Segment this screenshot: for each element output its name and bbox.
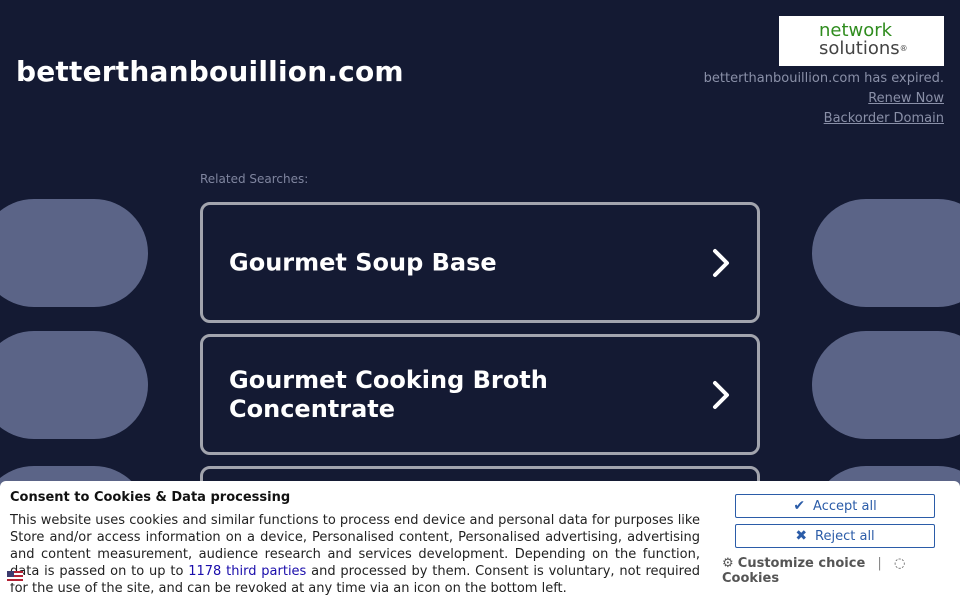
related-search-text: Gourmet Soup Base (229, 248, 497, 276)
cookie-consent-banner: Consent to Cookies & Data processing Thi… (0, 481, 960, 600)
close-icon: ✖ (795, 528, 808, 544)
chevron-right-icon (713, 248, 729, 277)
related-search-card-1[interactable]: Gourmet Soup Base (200, 202, 760, 323)
check-icon: ✔ (793, 498, 806, 514)
logo-line-2-text: solutions (819, 38, 900, 59)
logo-line-2: solutions® (819, 40, 908, 58)
consent-bottom-links: ⚙ Customize choice | ◌ Cookies (722, 556, 960, 586)
accept-all-label: Accept all (813, 499, 877, 514)
chevron-right-icon (713, 380, 729, 409)
network-solutions-logo[interactable]: network solutions® (779, 16, 944, 66)
expired-notice: betterthanbouillion.com has expired. (703, 71, 944, 86)
related-search-text: Gourmet Cooking Broth Concentrate (229, 365, 548, 423)
domain-title: betterthanbouillion.com (16, 55, 404, 88)
customize-choice-link[interactable]: Customize choice (738, 556, 865, 571)
reject-all-label: Reject all (815, 529, 875, 544)
related-search-card-2[interactable]: Gourmet Cooking Broth Concentrate (200, 334, 760, 455)
registered-mark: ® (899, 44, 908, 53)
accept-all-button[interactable]: ✔ Accept all (735, 494, 935, 518)
gear-icon: ⚙ (722, 556, 734, 571)
background-pill-left-1 (0, 199, 148, 307)
consent-title: Consent to Cookies & Data processing (10, 490, 291, 505)
flag-icon[interactable] (7, 571, 23, 583)
cookies-link[interactable]: Cookies (722, 571, 779, 586)
background-pill-right-2 (812, 331, 960, 439)
renew-now-link[interactable]: Renew Now (868, 91, 944, 106)
reject-all-button[interactable]: ✖ Reject all (735, 524, 935, 548)
backorder-domain-link[interactable]: Backorder Domain (824, 111, 944, 126)
consent-body: This website uses cookies and similar fu… (10, 512, 700, 597)
background-pill-right-1 (812, 199, 960, 307)
third-parties-link[interactable]: 1178 third parties (188, 564, 306, 579)
background-pill-left-2 (0, 331, 148, 439)
link-separator: | (877, 556, 882, 571)
cookie-icon: ◌ (893, 556, 906, 571)
related-searches-label: Related Searches: (200, 172, 309, 186)
